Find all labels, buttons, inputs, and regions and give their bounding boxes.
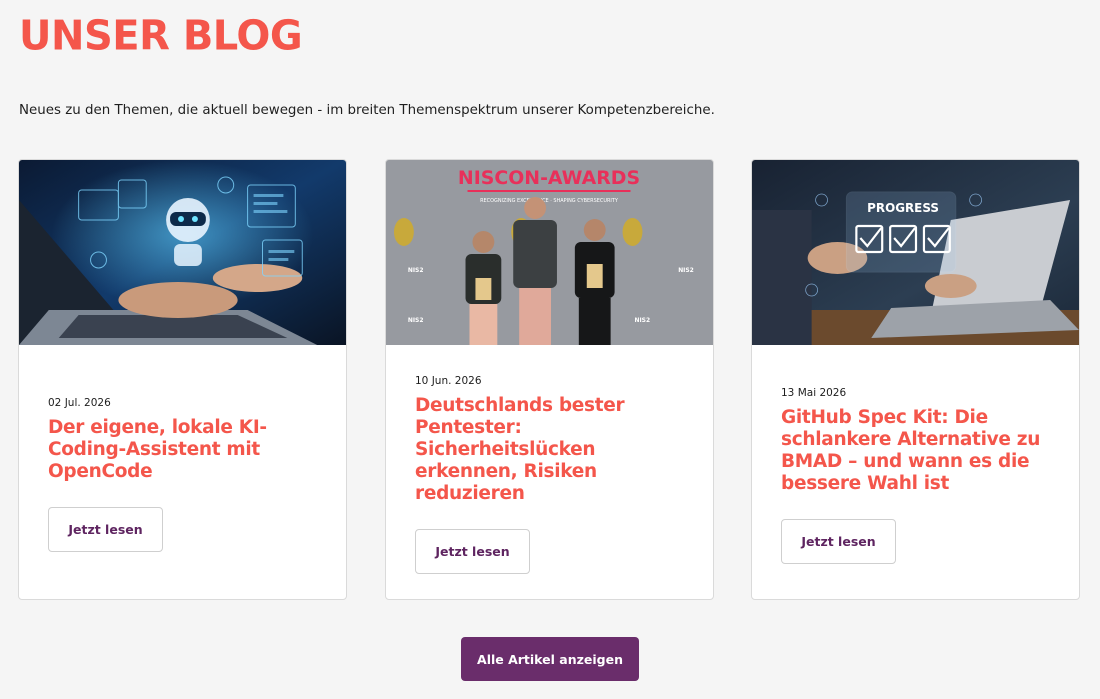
page-title: UNSER BLOG bbox=[19, 12, 303, 60]
blog-card: PROGRESS 13 Mai 2026 GitHub Spec Kit: Di… bbox=[751, 159, 1080, 600]
card-body: 10 Jun. 2026 Deutschlands bester Pentest… bbox=[415, 374, 693, 574]
read-more-button[interactable]: Jetzt lesen bbox=[48, 507, 163, 552]
all-articles-button[interactable]: Alle Artikel anzeigen bbox=[461, 637, 639, 681]
read-more-button[interactable]: Jetzt lesen bbox=[781, 519, 896, 564]
image-logo-text: NIS2 bbox=[408, 317, 424, 324]
card-body: 02 Jul. 2026 Der eigene, lokale KI-Codin… bbox=[48, 396, 326, 552]
post-title[interactable]: GitHub Spec Kit: Die schlankere Alternat… bbox=[781, 407, 1059, 495]
post-date: 13 Mai 2026 bbox=[781, 387, 847, 399]
image-logo-text: NIS2 bbox=[678, 267, 694, 274]
post-date: 02 Jul. 2026 bbox=[48, 397, 111, 409]
post-title[interactable]: Der eigene, lokale KI-Coding-Assistent m… bbox=[48, 417, 326, 483]
blog-card: NISCON-AWARDS RECOGNIZING EXCELLENCE · S… bbox=[385, 159, 714, 600]
image-subtitle-text: RECOGNIZING EXCELLENCE · SHAPING CYBERSE… bbox=[480, 198, 619, 204]
post-date: 10 Jun. 2026 bbox=[415, 375, 482, 387]
card-body: 13 Mai 2026 GitHub Spec Kit: Die schlank… bbox=[781, 386, 1059, 564]
image-label-text: PROGRESS bbox=[867, 201, 939, 215]
post-image-laptop-ai[interactable] bbox=[19, 160, 346, 345]
post-image-niscon-awards[interactable]: NISCON-AWARDS RECOGNIZING EXCELLENCE · S… bbox=[386, 160, 713, 345]
image-logo-text: NIS2 bbox=[634, 317, 650, 324]
image-banner-text: NISCON-AWARDS bbox=[458, 167, 640, 189]
blog-card: 02 Jul. 2026 Der eigene, lokale KI-Codin… bbox=[18, 159, 347, 600]
read-more-button[interactable]: Jetzt lesen bbox=[415, 529, 530, 574]
post-title[interactable]: Deutschlands bester Pentester: Sicherhei… bbox=[415, 395, 693, 505]
image-logo-text: NIS2 bbox=[408, 267, 424, 274]
post-image-progress-checklist[interactable]: PROGRESS bbox=[752, 160, 1079, 345]
intro-text: Neues zu den Themen, die aktuell bewegen… bbox=[19, 103, 715, 118]
